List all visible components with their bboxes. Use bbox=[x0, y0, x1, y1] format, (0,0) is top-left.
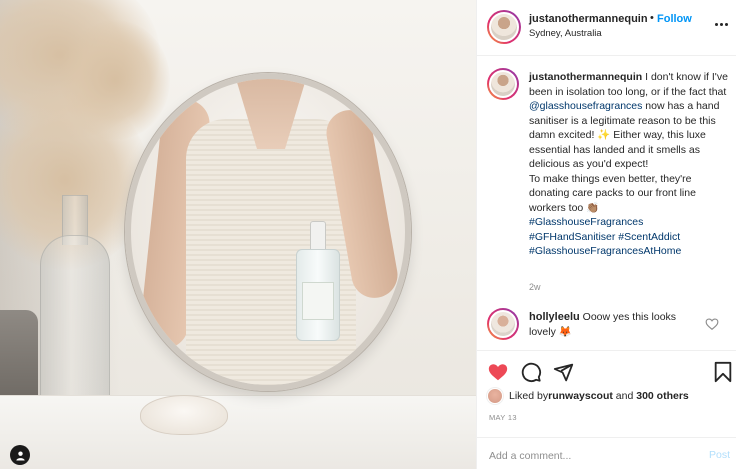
like-button[interactable] bbox=[485, 359, 511, 385]
caption-mention[interactable]: @glasshousefragrances bbox=[529, 100, 642, 112]
comment-like-heart-icon[interactable] bbox=[705, 317, 719, 331]
add-comment-input[interactable] bbox=[489, 448, 689, 464]
share-icon bbox=[553, 363, 573, 381]
separator-dot: • bbox=[650, 12, 654, 24]
pampas-grass-top bbox=[60, 20, 170, 140]
commenter-username[interactable]: hollyleelu bbox=[529, 311, 580, 323]
caption-avatar[interactable] bbox=[487, 68, 519, 100]
heart-filled-icon bbox=[488, 364, 508, 381]
sanitiser-pump bbox=[310, 221, 326, 251]
photo-table bbox=[0, 395, 476, 469]
likes-prefix: Liked by bbox=[509, 390, 549, 402]
post-comment-button[interactable]: Post bbox=[709, 449, 730, 461]
caption-text: justanothermannequin I don't know if I'v… bbox=[529, 70, 729, 259]
post-actions: Liked by runwayscout and 300 others MAY … bbox=[477, 350, 736, 469]
comment-icon bbox=[521, 362, 542, 383]
post-location[interactable]: Sydney, Australia bbox=[529, 28, 602, 39]
author-avatar[interactable] bbox=[487, 10, 521, 44]
add-comment-bar: Post bbox=[477, 437, 736, 469]
sanitiser-label bbox=[302, 282, 334, 320]
save-button[interactable] bbox=[710, 359, 736, 385]
post-sidebar: justanothermannequin • Follow Sydney, Au… bbox=[476, 0, 736, 469]
caption-age[interactable]: 2w bbox=[529, 282, 541, 292]
hashtag-4[interactable]: #GlasshouseFragrancesAtHome bbox=[529, 245, 681, 257]
likes-middle: and bbox=[612, 390, 637, 402]
comment-row: hollyleelu Ooow yes this looks lovely 🦊 bbox=[477, 302, 736, 350]
follow-button[interactable]: Follow bbox=[657, 13, 692, 25]
more-dots-icon bbox=[714, 22, 718, 26]
comment-button[interactable] bbox=[518, 359, 544, 385]
caption-body-2: now has a hand sanitiser is a legitimate… bbox=[529, 100, 720, 214]
share-button[interactable] bbox=[550, 359, 576, 385]
sanitiser-bottle bbox=[296, 249, 340, 341]
post-date[interactable]: MAY 13 bbox=[489, 413, 517, 422]
shell-dish bbox=[140, 395, 228, 435]
post-photo[interactable] bbox=[0, 0, 476, 469]
likes-summary: Liked by runwayscout and 300 others bbox=[487, 387, 689, 405]
caption-block: justanothermannequin I don't know if I'v… bbox=[477, 56, 736, 300]
likes-others[interactable]: 300 others bbox=[636, 390, 689, 402]
author-username[interactable]: justanothermannequin bbox=[529, 13, 648, 25]
photo-stone bbox=[0, 310, 38, 400]
hashtag-3[interactable]: #ScentAddict bbox=[618, 231, 680, 243]
bookmark-icon bbox=[714, 361, 732, 383]
tagged-users-button[interactable] bbox=[10, 445, 30, 465]
caption-username[interactable]: justanothermannequin bbox=[529, 71, 642, 83]
liker-avatar[interactable] bbox=[487, 388, 503, 404]
comment-text: hollyleelu Ooow yes this looks lovely 🦊 bbox=[529, 310, 704, 339]
post-header: justanothermannequin • Follow Sydney, Au… bbox=[477, 0, 736, 56]
liker-username[interactable]: runwayscout bbox=[548, 390, 613, 402]
more-options-button[interactable] bbox=[711, 16, 731, 32]
user-icon bbox=[15, 450, 25, 461]
round-mirror bbox=[125, 73, 411, 391]
commenter-avatar[interactable] bbox=[487, 308, 519, 340]
hashtag-2[interactable]: #GFHandSanitiser bbox=[529, 231, 615, 243]
hashtag-1[interactable]: #GlasshouseFragrances bbox=[529, 216, 643, 228]
